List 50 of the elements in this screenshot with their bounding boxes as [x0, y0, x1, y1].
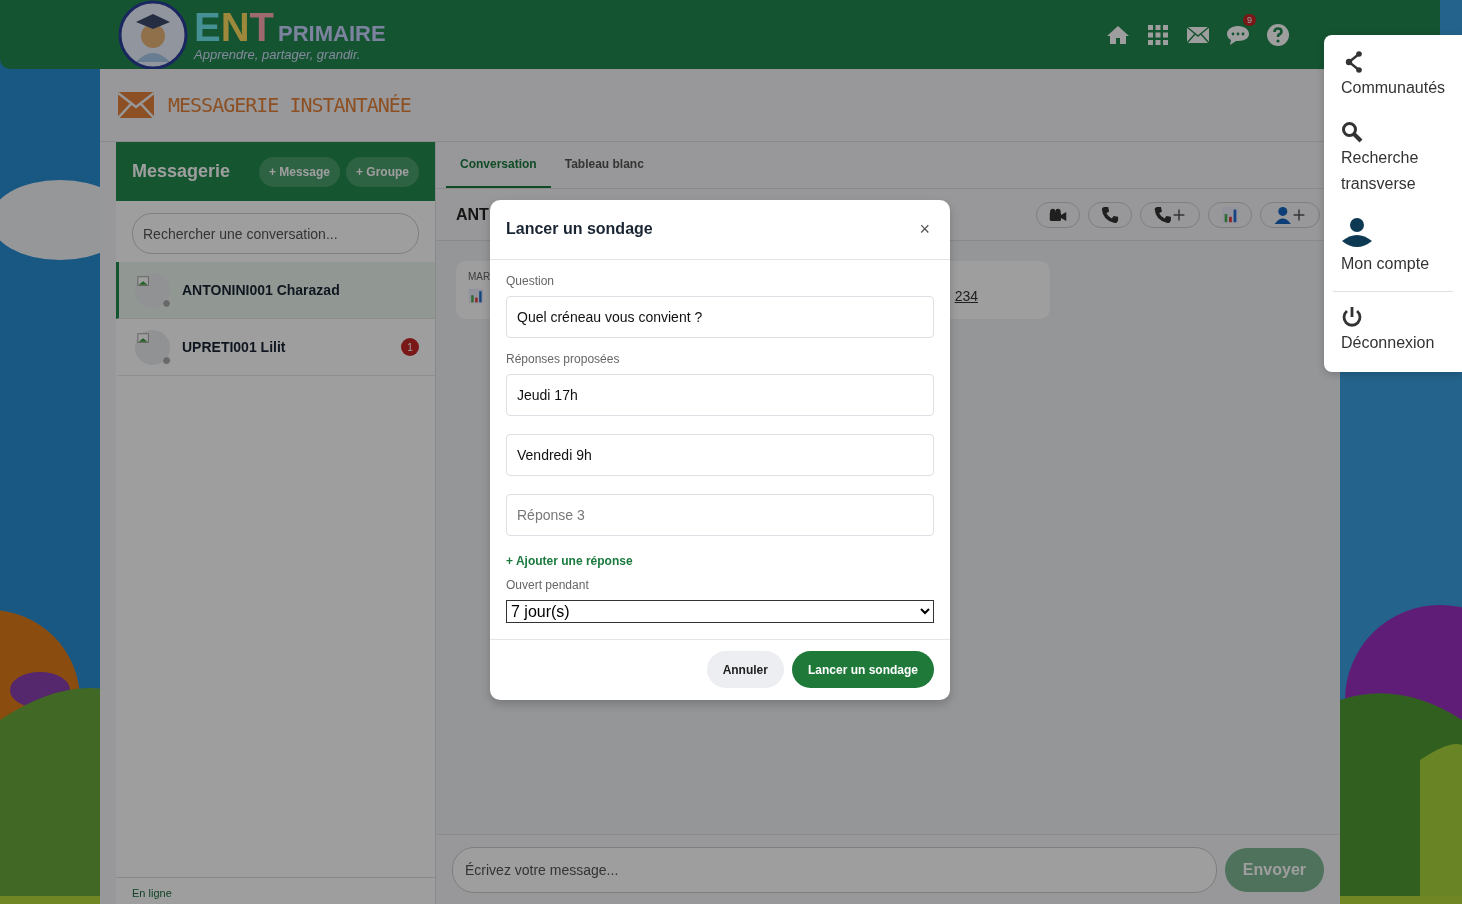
menu-item[interactable]: Communautés: [1341, 51, 1451, 101]
call-button[interactable]: [1088, 201, 1132, 228]
conversation-item[interactable]: ANTONINI001 Charazad: [116, 262, 435, 319]
conversation-item[interactable]: UPRETI001 Lilit 1: [116, 319, 435, 376]
user-icon: [1341, 217, 1373, 249]
unread-badge: 1: [401, 338, 419, 356]
menu-item[interactable]: Recherche transverse: [1341, 121, 1451, 197]
notification-badge: 9: [1243, 13, 1256, 26]
question-field[interactable]: Quel créneau vous convient ?: [506, 295, 934, 338]
video-call-button[interactable]: [1036, 201, 1080, 228]
power-icon: [1341, 306, 1363, 328]
close-button[interactable]: ×: [915, 218, 934, 240]
message-field[interactable]: Écrivez votre message...: [452, 846, 1217, 893]
sidebar-title: Messagerie: [132, 161, 231, 182]
avatar-icon: [135, 329, 170, 365]
contact-name: UPRETI001 Lilit: [182, 339, 287, 355]
answer-field[interactable]: Réponse 3: [506, 493, 934, 536]
search-icon: [1341, 121, 1363, 143]
add-participant-button[interactable]: [1260, 201, 1320, 228]
user-plus-icon: [1273, 205, 1307, 224]
answer-field[interactable]: Vendredi 9h: [506, 433, 934, 476]
duration-select[interactable]: 7 jour(s): [506, 599, 934, 623]
avatar-icon: [135, 272, 170, 308]
tab[interactable]: Tableau blanc: [550, 142, 658, 188]
contact-name: ANT: [456, 205, 489, 224]
envelope-icon: [118, 92, 154, 118]
poll-icon: [468, 288, 484, 304]
status-label: En ligne: [132, 887, 172, 899]
logo-subtitle: PRIMAIRE: [278, 21, 386, 47]
cancel-button[interactable]: Annuler: [706, 651, 784, 689]
apps-grid-icon[interactable]: [1146, 22, 1170, 47]
answer-field[interactable]: Jeudi 17h: [506, 373, 934, 416]
menu-item[interactable]: Mon compte: [1341, 217, 1451, 277]
submit-button[interactable]: Lancer un sondage: [791, 651, 934, 689]
field-label: Ouvert pendant: [506, 577, 590, 592]
logo-tagline: Apprendre, partager, grandir.: [194, 47, 362, 62]
message-link[interactable]: 234: [954, 288, 978, 304]
contact-name: ANTONINI001 Charazad: [182, 282, 341, 298]
field-label: Réponses proposées: [506, 351, 621, 366]
phone-icon: [1101, 205, 1119, 224]
help-icon[interactable]: [1266, 22, 1290, 47]
dialog-title: Lancer un sondage: [506, 220, 653, 239]
menu-item[interactable]: Déconnexion: [1341, 306, 1451, 356]
add-answer-link[interactable]: + Ajouter une réponse: [506, 553, 934, 568]
page-title: MESSAGERIE INSTANTANÉE: [168, 93, 411, 117]
phone-plus-icon: [1153, 205, 1187, 224]
add-call-button[interactable]: [1140, 201, 1200, 228]
poll-button[interactable]: [1208, 201, 1252, 228]
field-label: Question: [506, 273, 556, 288]
search-field[interactable]: Rechercher une conversation...: [132, 213, 419, 254]
